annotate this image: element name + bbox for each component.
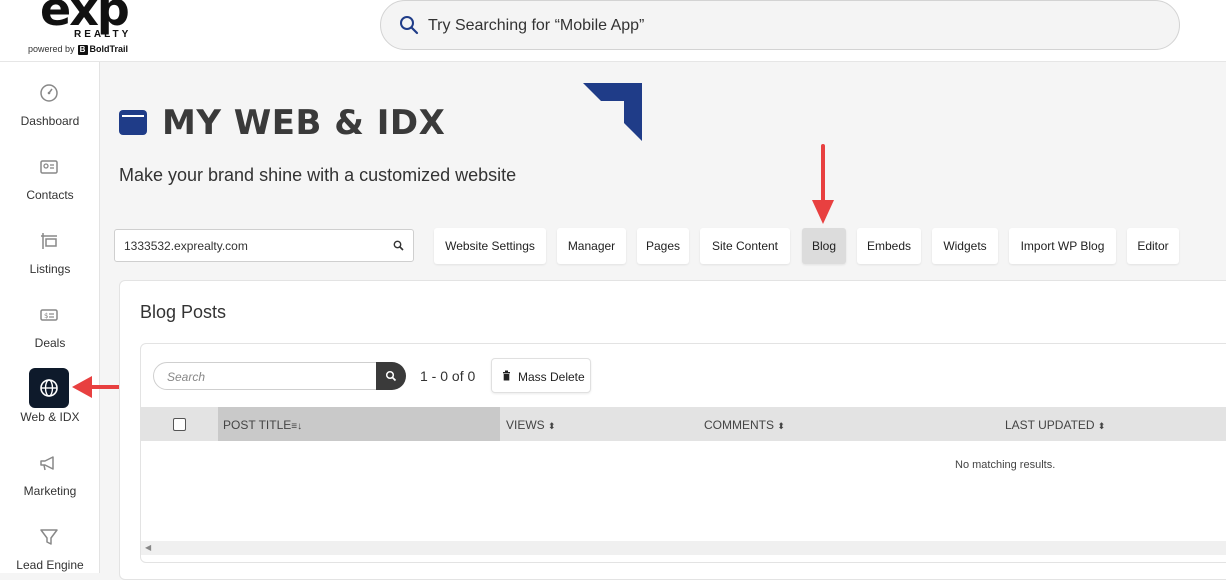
- site-domain-value: 1333532.exprealty.com: [124, 239, 248, 253]
- sort-icon: ≡↓: [291, 421, 303, 432]
- column-label: LAST UPDATED: [1005, 418, 1095, 432]
- sidebar-item-label: Deals: [34, 336, 66, 350]
- column-label: COMMENTS: [704, 418, 774, 432]
- tab-editor[interactable]: Editor: [1127, 228, 1179, 264]
- search-icon: [393, 240, 404, 251]
- column-header-views[interactable]: VIEWS ⬍: [506, 418, 556, 432]
- column-label: VIEWS: [506, 418, 545, 432]
- contact-card-icon: [40, 160, 58, 174]
- tab-widgets[interactable]: Widgets: [932, 228, 998, 264]
- svg-text:$: $: [44, 312, 48, 320]
- sidebar-item-label: Web & IDX: [20, 410, 80, 424]
- logo-sub: REALTY: [74, 29, 132, 40]
- tab-pages[interactable]: Pages: [637, 228, 689, 264]
- logo-main: exp: [40, 0, 130, 36]
- sidebar-item-contacts[interactable]: Contacts: [0, 136, 100, 206]
- panel-title: Blog Posts: [140, 302, 227, 322]
- window-icon: [119, 110, 147, 135]
- tab-import-wp-blog[interactable]: Import WP Blog: [1009, 228, 1116, 264]
- boldtrail-badge-icon: B: [77, 45, 88, 55]
- sort-icon: ⬍: [777, 421, 785, 431]
- sign-post-icon: [41, 233, 57, 249]
- select-all-checkbox[interactable]: [173, 418, 186, 431]
- mass-delete-label: Mass Delete: [518, 370, 585, 384]
- money-icon: $: [40, 309, 58, 321]
- scroll-left-icon[interactable]: ◀: [145, 543, 151, 552]
- sidebar-item-dashboard[interactable]: Dashboard: [0, 62, 100, 132]
- sort-icon: ⬍: [1097, 421, 1106, 431]
- search-icon: [400, 16, 419, 35]
- blog-search-input[interactable]: Search: [153, 362, 377, 390]
- powered-brand: BoldTrail: [89, 44, 129, 54]
- corner-chevron-icon: [583, 83, 642, 141]
- blog-search-button[interactable]: [376, 362, 406, 390]
- globe-icon: [40, 379, 58, 397]
- mass-delete-button[interactable]: Mass Delete: [491, 358, 591, 393]
- sidebar-item-listings[interactable]: Listings: [0, 210, 100, 280]
- page-subtitle: Make your brand shine with a customized …: [119, 165, 517, 185]
- powered-prefix: powered by: [28, 44, 75, 54]
- tab-site-content[interactable]: Site Content: [700, 228, 790, 264]
- megaphone-icon: [40, 456, 54, 471]
- sidebar-item-label: Lead Engine: [16, 558, 84, 572]
- sidebar-item-label: Contacts: [26, 188, 74, 202]
- top-bar: exp REALTY powered by B BoldTrail Try Sear…: [0, 0, 1226, 62]
- empty-results-message: No matching results.: [955, 459, 1056, 471]
- sidebar-item-deals[interactable]: $ Deals: [0, 284, 100, 354]
- annotation-arrow-down: [812, 144, 834, 224]
- column-header-last-updated[interactable]: LAST UPDATED ⬍: [1005, 418, 1105, 432]
- trash-icon: [503, 370, 510, 381]
- sidebar-item-label: Marketing: [23, 484, 77, 498]
- tab-embeds[interactable]: Embeds: [857, 228, 921, 264]
- tab-website-settings[interactable]: Website Settings: [434, 228, 546, 264]
- tab-blog[interactable]: Blog: [802, 228, 846, 264]
- sidebar: Dashboard Contacts Listings $ Deals Web …: [0, 62, 100, 573]
- sort-icon: ⬍: [548, 421, 556, 431]
- funnel-icon: [40, 529, 58, 545]
- site-domain-select[interactable]: 1333532.exprealty.com: [114, 229, 414, 262]
- pagination-count: 1 - 0 of 0: [420, 368, 476, 384]
- column-header-post-title[interactable]: POST TITLE≡↓: [223, 418, 302, 432]
- column-header-comments[interactable]: COMMENTS ⬍: [704, 418, 785, 432]
- horizontal-scrollbar[interactable]: ◀: [141, 541, 1226, 555]
- page-title: MY WEB & IDX: [162, 103, 446, 143]
- powered-by: powered by B BoldTrail: [28, 44, 128, 55]
- gauge-icon: [40, 84, 58, 102]
- exp-realty-logo[interactable]: exp REALTY powered by B BoldTrail: [28, 0, 153, 58]
- sidebar-item-label: Dashboard: [20, 114, 80, 128]
- sidebar-item-marketing[interactable]: Marketing: [0, 432, 100, 502]
- search-icon: [385, 370, 397, 382]
- global-search-placeholder: Try Searching for “Mobile App”: [428, 17, 645, 34]
- blog-search-placeholder: Search: [167, 370, 206, 384]
- sidebar-item-lead-engine[interactable]: Lead Engine: [0, 506, 100, 576]
- tab-manager[interactable]: Manager: [557, 228, 626, 264]
- column-label: POST TITLE: [223, 418, 292, 432]
- global-search-input[interactable]: Try Searching for “Mobile App”: [380, 0, 1180, 50]
- sidebar-item-label: Listings: [29, 262, 71, 276]
